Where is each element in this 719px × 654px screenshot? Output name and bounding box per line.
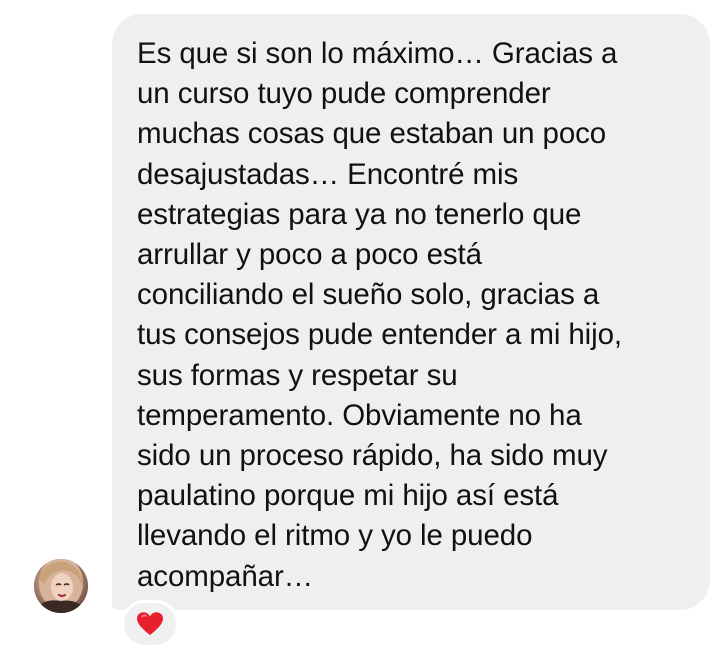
avatar-photo-icon	[34, 559, 88, 613]
message-text: Es que si son lo máximo… Gracias a un cu…	[137, 37, 622, 593]
heart-reaction[interactable]	[121, 600, 179, 648]
sender-avatar[interactable]	[34, 559, 88, 613]
red-heart-icon	[137, 612, 163, 635]
message-bubble[interactable]: Es que si son lo máximo… Gracias a un cu…	[112, 14, 710, 610]
